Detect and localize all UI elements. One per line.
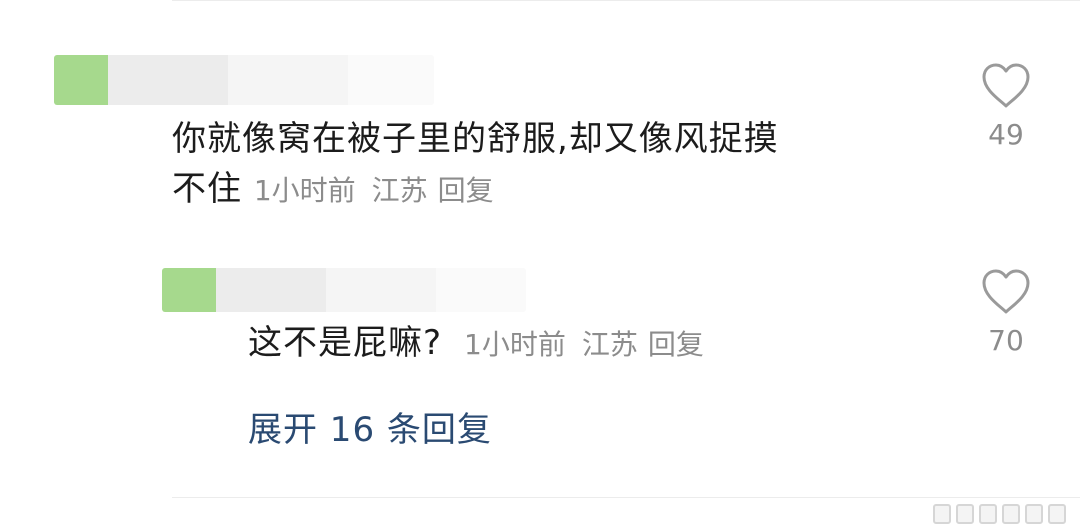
like-count: 49 bbox=[988, 118, 1024, 151]
reply-location: 江苏 bbox=[581, 328, 638, 361]
comment-thread: 你就像窝在被子里的舒服,却又像风捉摸 不住 1小时前 江苏 回复 49 这不是屁嘛?… bbox=[0, 0, 1080, 532]
reply-username-redacted[interactable] bbox=[162, 268, 526, 312]
reply-button[interactable]: 回复 bbox=[438, 174, 494, 207]
watermark bbox=[933, 504, 1066, 524]
reply-time: 1小时前 bbox=[464, 328, 566, 361]
comment-body: 你就像窝在被子里的舒服,却又像风捉摸 不住 1小时前 江苏 回复 bbox=[172, 114, 932, 216]
reply-body: 这不是屁嘛? 1小时前 江苏 回复 bbox=[248, 318, 928, 370]
comment-text-line2: 不住 bbox=[172, 169, 242, 209]
reply-reply-button[interactable]: 回复 bbox=[648, 328, 704, 361]
comment-text-line1: 你就像窝在被子里的舒服,却又像风捉摸 bbox=[172, 119, 779, 159]
divider bbox=[172, 0, 1080, 1]
reply-text: 这不是屁嘛? bbox=[248, 323, 443, 363]
comment-location: 江苏 bbox=[371, 174, 428, 207]
reply-like-count: 70 bbox=[988, 324, 1024, 357]
reply-like-button[interactable]: 70 bbox=[971, 268, 1041, 357]
comment-time: 1小时前 bbox=[253, 174, 356, 207]
username-redacted[interactable] bbox=[54, 55, 434, 105]
like-button[interactable]: 49 bbox=[971, 62, 1041, 151]
reply-meta: 1小时前 江苏 回复 bbox=[464, 328, 704, 361]
divider bbox=[172, 497, 1080, 498]
comment-text-line2-row: 不住 1小时前 江苏 回复 bbox=[172, 164, 932, 216]
heart-outline-icon bbox=[982, 63, 1030, 108]
heart-outline-icon bbox=[982, 269, 1030, 314]
expand-replies-button[interactable]: 展开 16 条回复 bbox=[248, 402, 492, 451]
comment-meta: 1小时前 江苏 回复 bbox=[254, 174, 494, 207]
